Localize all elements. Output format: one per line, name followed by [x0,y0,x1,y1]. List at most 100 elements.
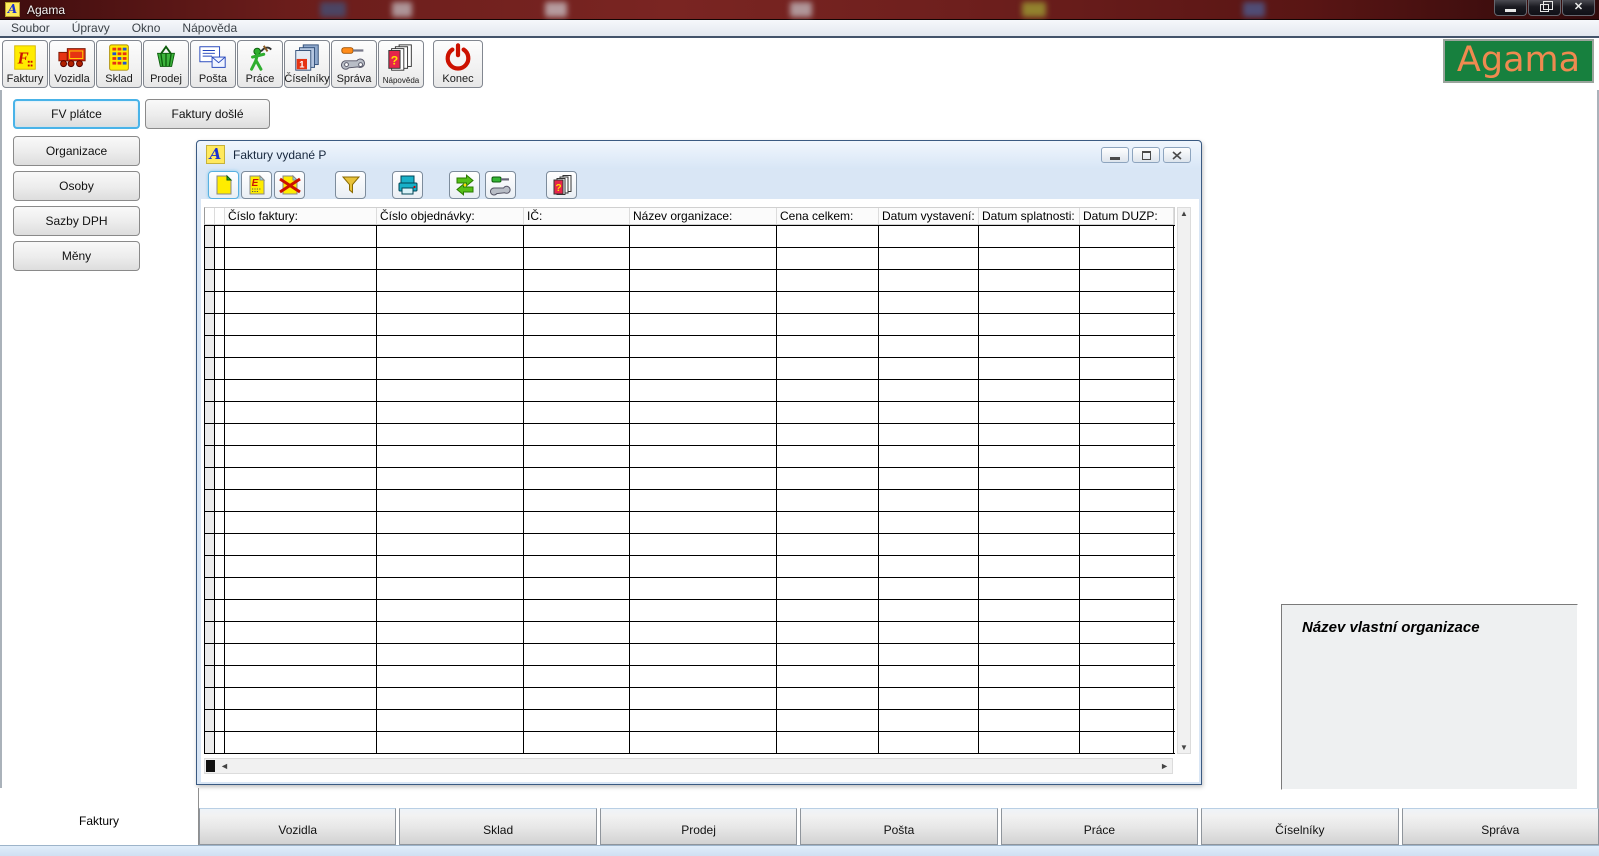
table-cell[interactable] [524,578,630,599]
table-cell[interactable] [777,600,879,621]
scrollbar-thumb[interactable] [206,760,215,772]
column-header[interactable]: Datum splatnosti: [979,208,1080,224]
table-cell[interactable] [979,622,1080,643]
table-cell[interactable] [225,512,377,533]
table-cell[interactable] [225,534,377,555]
table-cell[interactable] [879,600,979,621]
table-row[interactable] [205,336,1175,358]
table-cell[interactable] [524,622,630,643]
sidebar-button-meny[interactable]: Měny [13,241,140,271]
tab-prodej[interactable]: Prodej [599,808,798,845]
table-cell[interactable] [524,556,630,577]
table-row[interactable] [205,556,1175,578]
table-cell[interactable] [879,314,979,335]
table-cell[interactable] [630,402,777,423]
column-header[interactable]: Datum vystavení: [879,208,979,224]
table-cell[interactable] [1080,336,1174,357]
new-record-button[interactable] [208,171,239,199]
table-cell[interactable] [377,468,524,489]
table-cell[interactable] [979,600,1080,621]
table-cell[interactable] [979,270,1080,291]
tab-sprava[interactable]: Správa [1401,808,1599,845]
table-cell[interactable] [777,270,879,291]
table-cell[interactable] [225,732,377,753]
table-cell[interactable] [1080,490,1174,511]
table-cell[interactable] [879,666,979,687]
table-cell[interactable] [879,446,979,467]
table-cell[interactable] [979,380,1080,401]
table-cell[interactable] [524,358,630,379]
table-cell[interactable] [879,512,979,533]
filter-button[interactable] [335,171,366,199]
table-cell[interactable] [225,600,377,621]
table-cell[interactable] [1080,424,1174,445]
table-cell[interactable] [377,688,524,709]
table-cell[interactable] [1080,292,1174,313]
table-cell[interactable] [979,490,1080,511]
table-cell[interactable] [777,380,879,401]
table-cell[interactable] [225,314,377,335]
table-cell[interactable] [225,380,377,401]
table-cell[interactable] [377,578,524,599]
table-cell[interactable] [777,248,879,269]
sidebar-button-sazby-dph[interactable]: Sazby DPH [13,206,140,236]
table-cell[interactable] [777,226,879,247]
table-cell[interactable] [524,270,630,291]
table-row[interactable] [205,688,1175,710]
table-row[interactable] [205,512,1175,534]
table-cell[interactable] [225,556,377,577]
table-cell[interactable] [225,226,377,247]
table-cell[interactable] [377,446,524,467]
table-cell[interactable] [777,336,879,357]
window-help-button[interactable]: ? [546,171,577,199]
table-cell[interactable] [524,226,630,247]
table-cell[interactable] [879,358,979,379]
menu-soubor[interactable]: Soubor [0,21,61,35]
scroll-left-icon[interactable]: ◄ [220,761,229,771]
table-cell[interactable] [777,688,879,709]
tab-faktury[interactable]: Faktury [0,788,199,845]
toolbar-button-posta[interactable]: Pošta [190,40,236,88]
table-cell[interactable] [377,644,524,665]
table-cell[interactable] [979,578,1080,599]
table-cell[interactable] [225,644,377,665]
table-cell[interactable] [979,534,1080,555]
table-cell[interactable] [1080,314,1174,335]
table-cell[interactable] [630,314,777,335]
refresh-button[interactable] [449,171,480,199]
table-cell[interactable] [524,336,630,357]
invoice-window-titlebar[interactable]: A Faktury vydané P [197,141,1201,169]
table-cell[interactable] [979,468,1080,489]
table-cell[interactable] [1080,666,1174,687]
table-cell[interactable] [777,534,879,555]
table-cell[interactable] [524,402,630,423]
table-row[interactable] [205,380,1175,402]
table-cell[interactable] [879,732,979,753]
table-cell[interactable] [630,380,777,401]
table-cell[interactable] [630,644,777,665]
table-cell[interactable] [225,490,377,511]
table-cell[interactable] [879,380,979,401]
table-cell[interactable] [377,600,524,621]
toolbar-button-napoveda[interactable]: ? Nápověda [378,40,424,88]
table-cell[interactable] [630,710,777,731]
delete-record-button[interactable] [274,171,305,199]
column-header[interactable]: Číslo faktury: [225,208,377,224]
table-row[interactable] [205,292,1175,314]
table-cell[interactable] [377,314,524,335]
table-cell[interactable] [1080,226,1174,247]
restore-button[interactable] [1528,0,1561,16]
table-cell[interactable] [524,380,630,401]
table-cell[interactable] [524,292,630,313]
table-cell[interactable] [1080,248,1174,269]
table-cell[interactable] [377,512,524,533]
toolbar-button-konec[interactable]: Konec [433,40,483,88]
table-cell[interactable] [377,622,524,643]
tab-posta[interactable]: Pošta [800,808,998,845]
table-cell[interactable] [377,490,524,511]
table-row[interactable] [205,226,1175,248]
vertical-scrollbar[interactable]: ▲ ▼ [1177,207,1191,754]
table-cell[interactable] [630,600,777,621]
table-cell[interactable] [225,578,377,599]
table-cell[interactable] [524,424,630,445]
